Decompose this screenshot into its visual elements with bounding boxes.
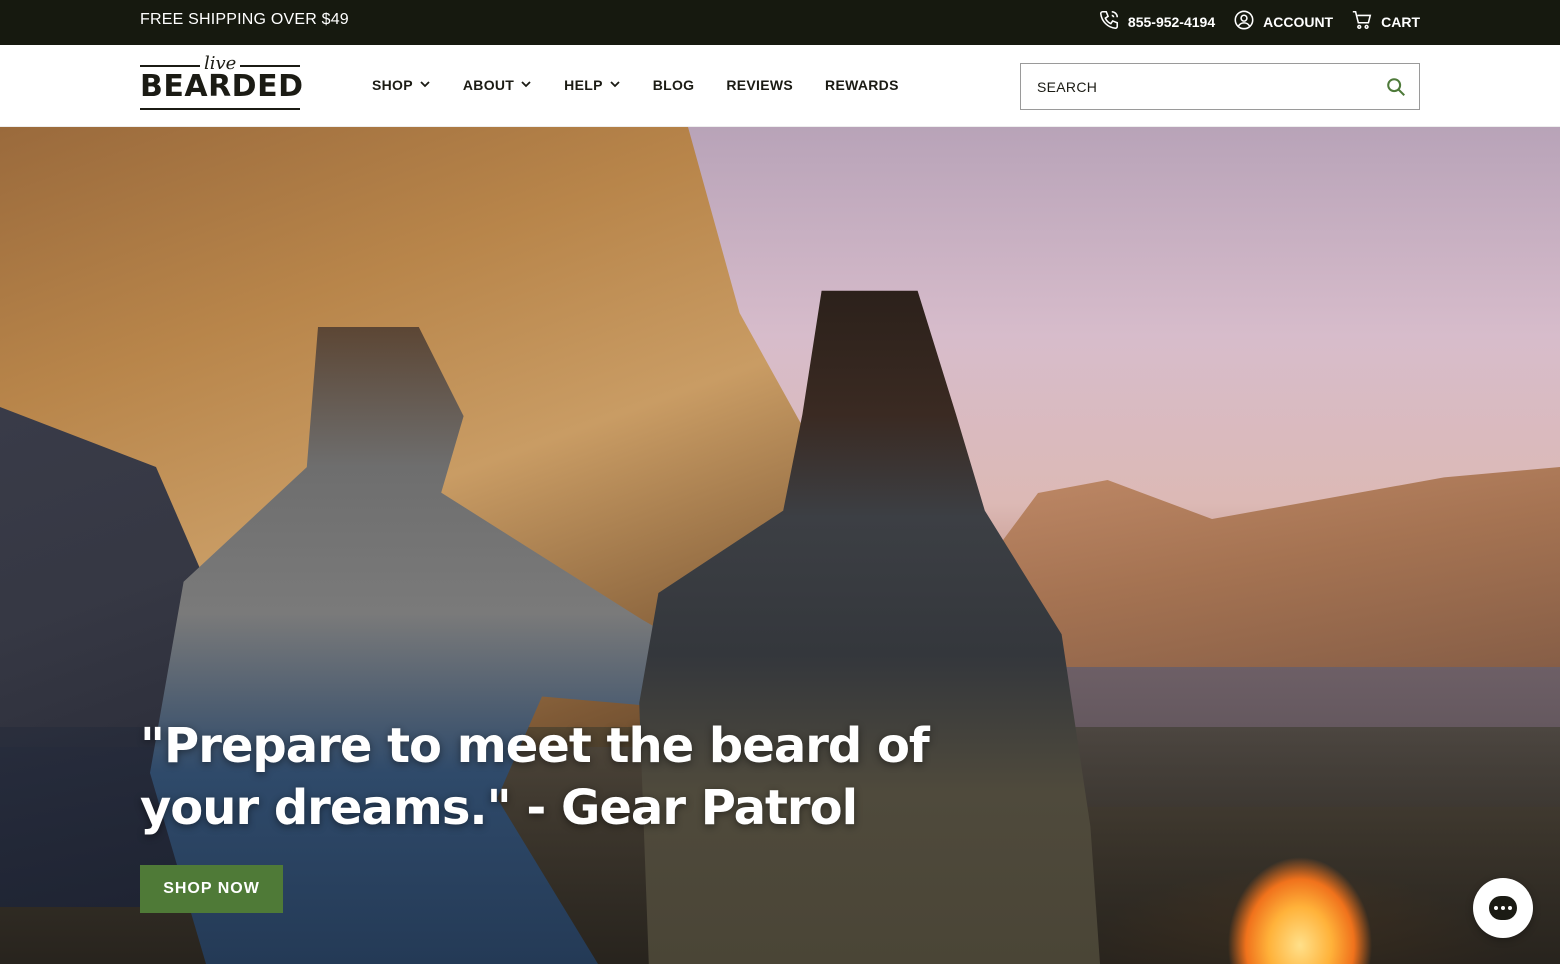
nav-item-reviews[interactable]: REVIEWS	[726, 77, 793, 93]
cart-icon	[1351, 9, 1373, 34]
hero-banner: "Prepare to meet the beard of your dream…	[0, 127, 1560, 964]
account-label: ACCOUNT	[1263, 13, 1334, 30]
nav-item-label: REWARDS	[825, 77, 899, 93]
nav-item-label: HELP	[564, 77, 603, 93]
free-shipping-promo: FREE SHIPPING OVER $49	[140, 11, 349, 28]
chevron-down-icon	[609, 77, 621, 93]
search-box	[1020, 63, 1420, 110]
cart-label: CART	[1381, 13, 1420, 30]
main-nav: SHOP ABOUT HELP BLOG REVIEWS REWARDS	[372, 77, 899, 93]
chat-widget-button[interactable]	[1473, 878, 1533, 938]
search-button[interactable]	[1385, 76, 1407, 98]
nav-item-rewards[interactable]: REWARDS	[825, 77, 899, 93]
account-link[interactable]: ACCOUNT	[1233, 9, 1333, 34]
logo-wordmark: BEARDED	[140, 69, 304, 104]
logo-rule-left	[140, 65, 200, 67]
chat-dot	[1501, 906, 1505, 910]
nav-item-blog[interactable]: BLOG	[653, 77, 695, 93]
account-icon	[1233, 9, 1255, 34]
phone-icon	[1098, 9, 1120, 34]
live-bearded-logo[interactable]: live BEARDED	[140, 53, 304, 111]
utility-links: 855-952-4194 ACCOUNT CART	[1098, 9, 1420, 34]
announcement-bar: FREE SHIPPING OVER $49 855-952-4194 ACCO…	[0, 0, 1560, 45]
chevron-down-icon	[419, 77, 431, 93]
shop-now-button[interactable]: SHOP NOW	[140, 865, 283, 913]
hero-quote: "Prepare to meet the beard of your dream…	[140, 718, 930, 836]
nav-item-label: BLOG	[652, 77, 695, 93]
nav-item-help[interactable]: HELP	[564, 77, 621, 93]
nav-item-shop[interactable]: SHOP	[372, 77, 431, 93]
nav-item-label: REVIEWS	[726, 77, 794, 93]
phone-link[interactable]: 855-952-4194	[1098, 9, 1215, 34]
hero-image-campfire	[1190, 777, 1410, 964]
search-input[interactable]	[1037, 74, 1377, 100]
phone-number: 855-952-4194	[1127, 13, 1216, 30]
search-icon	[1385, 78, 1407, 102]
cart-link[interactable]: CART	[1351, 9, 1420, 34]
chevron-down-icon	[520, 77, 532, 93]
nav-item-label: ABOUT	[462, 77, 515, 93]
site-header: live BEARDED SHOP ABOUT HELP BLOG REVIEW…	[0, 45, 1560, 127]
chat-icon	[1489, 896, 1517, 920]
chat-dot	[1508, 906, 1512, 910]
logo-underline	[140, 108, 300, 110]
chat-dot	[1494, 906, 1498, 910]
nav-item-label: SHOP	[372, 77, 413, 93]
nav-item-about[interactable]: ABOUT	[463, 77, 532, 93]
logo-rule-right	[240, 65, 300, 67]
